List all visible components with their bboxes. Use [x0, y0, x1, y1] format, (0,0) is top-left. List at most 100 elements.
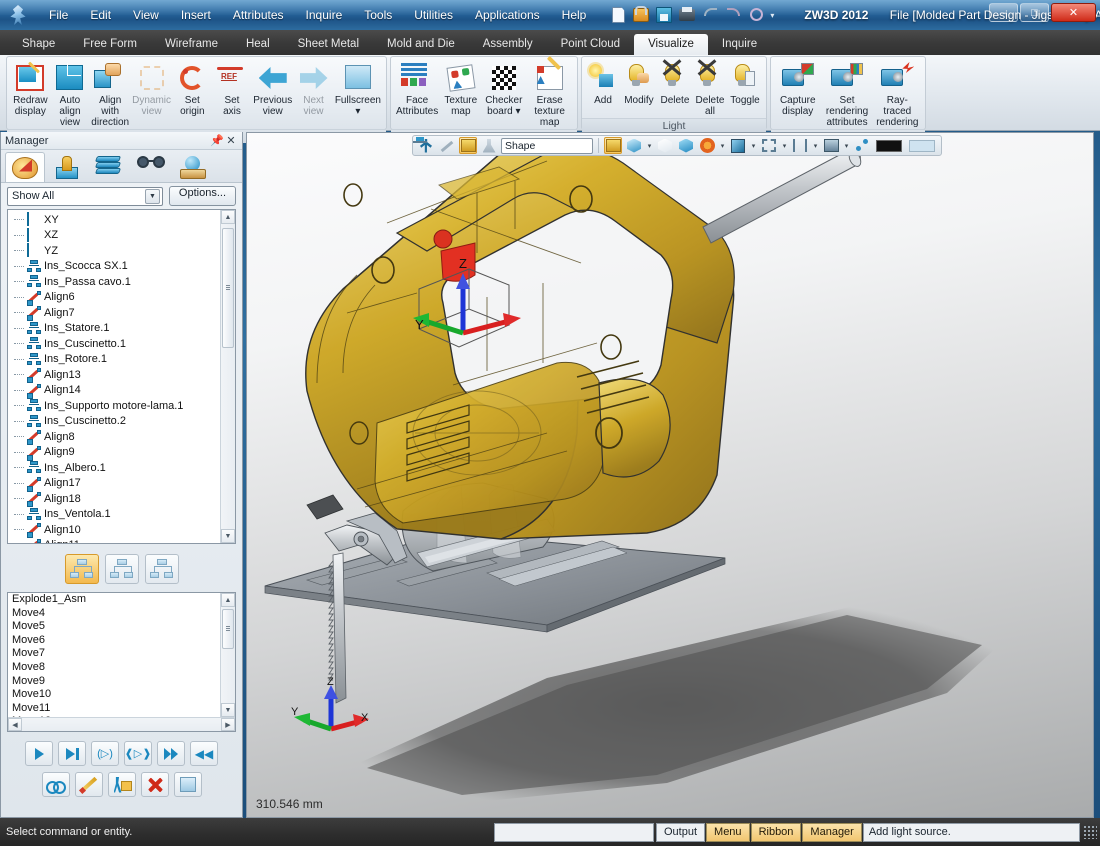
delete-step-button[interactable]	[141, 772, 169, 797]
explode-step-item[interactable]: Move5	[8, 620, 235, 634]
assembly-manager-tab[interactable]	[47, 152, 87, 182]
tab-mold-and-die[interactable]: Mold and Die	[373, 34, 469, 55]
chevron-down-icon[interactable]: ▾	[355, 106, 360, 117]
chevron-down-icon[interactable]: ▾	[646, 142, 653, 150]
tree-item[interactable]: Ins_Scocca SX.1	[14, 259, 235, 275]
circle-icon[interactable]	[747, 6, 765, 24]
tab-point-cloud[interactable]: Point Cloud	[547, 34, 634, 55]
render-style-icon[interactable]	[729, 137, 747, 154]
chevron-down-icon[interactable]: ▾	[781, 142, 788, 150]
chevron-down-icon[interactable]: ▼	[145, 189, 160, 204]
history-manager-tab[interactable]	[5, 152, 45, 182]
tab-heal[interactable]: Heal	[232, 34, 284, 55]
tree-item[interactable]: Ins_Statore.1	[14, 321, 235, 337]
shaded-display-icon[interactable]	[625, 137, 643, 154]
explode-step-item[interactable]: Move11	[8, 702, 235, 716]
scroll-down-button[interactable]: ▼	[221, 529, 235, 543]
fit-view-icon[interactable]	[760, 137, 778, 154]
entity-filter-input[interactable]	[501, 138, 593, 154]
scroll-up-button[interactable]: ▲	[221, 210, 235, 224]
set-axis-button[interactable]: REF Setaxis	[213, 60, 252, 118]
show-filter-select[interactable]: Show All ▼	[7, 187, 163, 206]
explode-step-list[interactable]: Explode1_AsmMove4Move5Move6Move7Move8 Mov…	[7, 592, 236, 732]
view-manager-tab[interactable]	[173, 152, 213, 182]
menu-inquire[interactable]: Inquire	[295, 4, 354, 26]
fast-forward-button[interactable]	[157, 741, 185, 766]
explode-step-item[interactable]: Explode1_Asm	[8, 593, 235, 607]
tree-item[interactable]: XY	[14, 212, 235, 228]
ray-traced-rendering-button[interactable]: Ray-tracedrendering	[874, 60, 921, 129]
tree-scrollbar[interactable]: ▲ ▼	[220, 210, 235, 543]
chevron-down-icon[interactable]: ▾	[750, 142, 757, 150]
tree-item[interactable]: Align7	[14, 305, 235, 321]
status-chip-ribbon[interactable]: Ribbon	[751, 823, 802, 842]
pin-icon[interactable]: 📌	[210, 134, 224, 147]
light-delete-all-button[interactable]: Deleteall	[693, 60, 727, 118]
scroll-thumb[interactable]	[222, 228, 234, 348]
menu-attributes[interactable]: Attributes	[222, 4, 295, 26]
light-toggle-button[interactable]: Toggle	[728, 60, 762, 115]
visibility-manager-tab[interactable]	[131, 152, 171, 182]
print-icon[interactable]	[678, 6, 696, 24]
explode-list-vscrollbar[interactable]: ▲ ▼	[220, 593, 235, 717]
menu-utilities[interactable]: Utilities	[403, 4, 464, 26]
tab-free-form[interactable]: Free Form	[69, 34, 151, 55]
light-delete-button[interactable]: Delete	[658, 60, 692, 115]
explode-step-item[interactable]: Move10	[8, 688, 235, 702]
explode-step-item[interactable]: Move8	[8, 661, 235, 675]
standard-views-icon[interactable]	[698, 137, 716, 154]
tree-item[interactable]: Ins_Rotore.1	[14, 352, 235, 368]
display-mode-icon[interactable]	[822, 137, 840, 154]
split-view-icon[interactable]	[791, 137, 809, 154]
explode-step-item[interactable]: Move4	[8, 607, 235, 621]
redo-icon[interactable]	[724, 6, 742, 24]
tree-item[interactable]: Align9	[14, 445, 235, 461]
menu-applications[interactable]: Applications	[464, 4, 551, 26]
tree-item[interactable]: Ins_Albero.1	[14, 460, 235, 476]
tree-item[interactable]: Ins_Passa cavo.1	[14, 274, 235, 290]
tab-assembly[interactable]: Assembly	[469, 34, 547, 55]
layer-manager-tab[interactable]	[89, 152, 129, 182]
feature-tree[interactable]: XYXZYZIns_Scocca SX.1Ins_Passa cavo.1Ali…	[7, 209, 236, 544]
filter-funnel-icon[interactable]	[480, 137, 498, 154]
menu-edit[interactable]: Edit	[79, 4, 122, 26]
tree-item[interactable]: Align17	[14, 476, 235, 492]
eraser-icon[interactable]	[438, 137, 456, 154]
visible-shape-icon[interactable]	[604, 137, 622, 154]
status-ch-manager[interactable]: Manager	[802, 823, 861, 842]
tree-item[interactable]: Align14	[14, 383, 235, 399]
minimize-button[interactable]: –	[989, 3, 1018, 22]
light-modify-button[interactable]: Modify	[621, 60, 657, 115]
tab-inquire[interactable]: Inquire	[708, 34, 771, 55]
shaded-edges-icon[interactable]	[677, 137, 695, 154]
tab-sheet-metal[interactable]: Sheet Metal	[284, 34, 373, 55]
scroll-thumb[interactable]	[222, 609, 234, 649]
menu-help[interactable]: Help	[551, 4, 598, 26]
tree-item[interactable]: YZ	[14, 243, 235, 259]
maximize-button[interactable]: □	[1020, 3, 1049, 22]
menu-view[interactable]: View	[122, 4, 170, 26]
scroll-right-button[interactable]: ▶	[221, 718, 235, 731]
set-origin-button[interactable]: Setorigin	[173, 60, 212, 118]
explode-list-hscrollbar[interactable]: ◀ ▶	[8, 717, 235, 731]
wireframe-display-icon[interactable]	[656, 137, 674, 154]
align-with-direction-button[interactable]: Align withdirection	[90, 60, 130, 129]
save-icon[interactable]	[655, 6, 673, 24]
chevron-down-icon[interactable]: ▾	[843, 142, 850, 150]
tree-item[interactable]: Align6	[14, 290, 235, 306]
stop-button[interactable]	[174, 772, 202, 797]
chevron-down-icon[interactable]: ▾	[812, 142, 819, 150]
shape-filter-icon[interactable]	[459, 137, 477, 154]
move-component-button[interactable]	[108, 772, 136, 797]
resize-grip[interactable]	[1083, 825, 1097, 839]
step-forward-button[interactable]	[58, 741, 86, 766]
status-input-field[interactable]	[494, 823, 654, 842]
explode-step-item[interactable]: Move6	[8, 634, 235, 648]
scroll-up-button[interactable]: ▲	[221, 593, 235, 607]
tree-item[interactable]: Ins_Supporto motore-lama.1	[14, 398, 235, 414]
flat-tree-tab[interactable]	[145, 554, 179, 584]
explode-step-item[interactable]: Move7	[8, 647, 235, 661]
set-rendering-attributes-button[interactable]: Set renderingattributes	[821, 60, 872, 129]
assembly-tree-tab[interactable]	[105, 554, 139, 584]
3d-viewport[interactable]: Z Y ▾ ▾ ▾ ▾ ▾ ▾	[246, 132, 1094, 818]
